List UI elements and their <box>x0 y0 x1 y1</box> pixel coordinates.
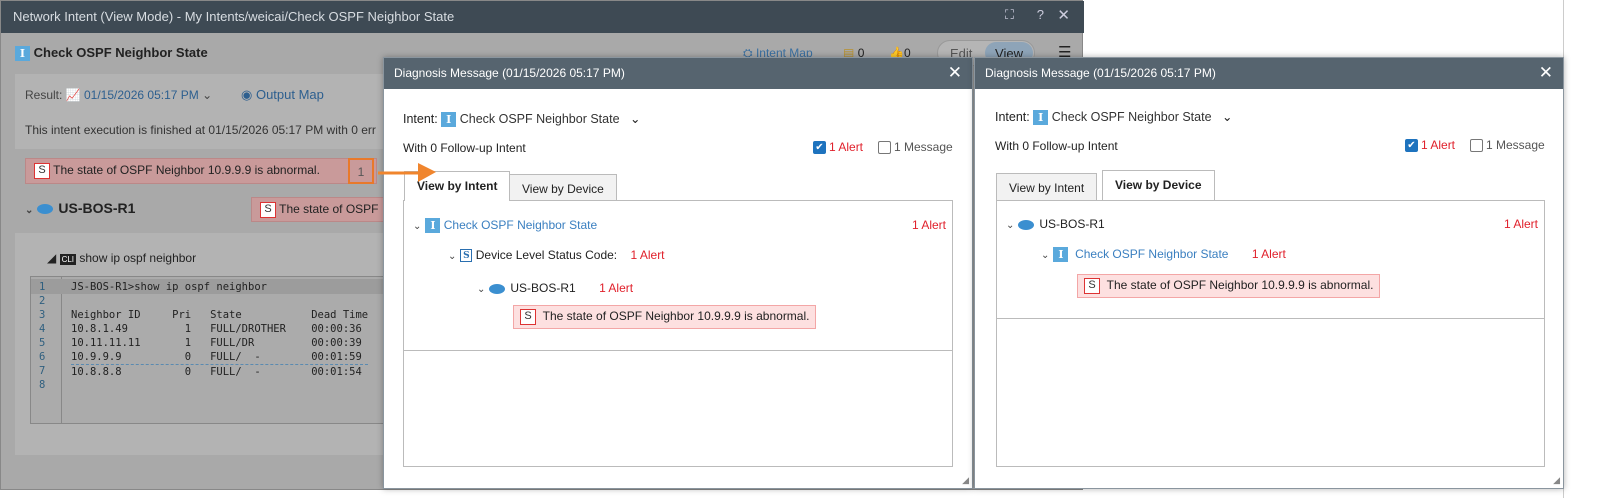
tab-view-by-device[interactable]: View by Device <box>509 174 617 202</box>
status-code-icon: S <box>260 202 276 218</box>
line-numbers: 1 2 3 4 5 6 7 8 <box>39 281 46 391</box>
device-alert: S The state of OSPF <box>251 197 391 222</box>
checkbox-icon <box>878 141 891 155</box>
cli-toggle[interactable]: ◢ CLI show ip ospf neighbor <box>47 251 196 265</box>
tree-status-code-node[interactable]: ⌄ S Device Level Status Code: 1 Alert <box>448 248 665 263</box>
alert-message[interactable]: S The state of OSPF Neighbor 10.9.9.9 is… <box>513 305 817 329</box>
status-code-icon: S <box>520 309 536 325</box>
router-icon <box>489 283 506 294</box>
status-code-icon: S <box>1084 278 1100 294</box>
chevron-down-icon: ⌄ <box>1006 220 1015 231</box>
chevron-down-icon: ⌄ <box>413 221 422 232</box>
line-gutter <box>31 277 62 423</box>
alert-bar[interactable]: S The state of OSPF Neighbor 10.9.9.9 is… <box>25 158 377 184</box>
resize-handle-icon[interactable]: ◢ <box>962 475 969 486</box>
followup-text: With 0 Follow-up Intent <box>995 139 1118 153</box>
panel-divider <box>997 318 1544 319</box>
diagnosis-dialog-intent: Diagnosis Message (01/15/2026 05:17 PM) ✕… <box>383 57 973 489</box>
chevron-down-icon: ⌄ <box>25 205 34 216</box>
help-icon[interactable]: ? <box>1037 7 1044 22</box>
close-icon[interactable]: ✕ <box>1057 6 1070 24</box>
dialog-title: Diagnosis Message (01/15/2026 05:17 PM) ✕ <box>384 58 972 89</box>
device-row[interactable]: ⌄ US-BOS-R1 <box>25 200 135 216</box>
close-icon[interactable]: ✕ <box>1539 63 1553 83</box>
resize-handle-icon[interactable]: ◢ <box>1553 475 1560 486</box>
intent-icon: I <box>441 112 457 128</box>
intent-selector[interactable]: Intent: I Check OSPF Neighbor State ⌄ <box>995 109 1233 126</box>
alert-count-button[interactable]: 1 <box>348 158 374 184</box>
tab-view-by-device[interactable]: View by Device <box>1102 170 1215 200</box>
diagnosis-dialog-device: Diagnosis Message (01/15/2026 05:17 PM) ✕… <box>974 57 1564 489</box>
alert-message[interactable]: S The state of OSPF Neighbor 10.9.9.9 is… <box>1077 274 1381 298</box>
tree-panel: ⌄ I Check OSPF Neighbor State 1 Alert ⌄ S … <box>403 200 953 467</box>
code-content: JS-BOS-R1>show ip ospf neighbor​Neighbor… <box>71 281 369 378</box>
tree-device-node[interactable]: ⌄ US-BOS-R1 1 Alert <box>477 281 633 295</box>
chevron-down-icon: ⌄ <box>629 112 641 126</box>
eye-icon: ◉ <box>241 87 253 102</box>
tree-intent-node[interactable]: ⌄ I Check OSPF Neighbor State 1 Alert <box>1041 247 1286 263</box>
intent-icon: I <box>1033 110 1049 126</box>
cli-icon: CLI <box>59 254 77 265</box>
checkbox-checked-icon: ✔ <box>1405 139 1418 153</box>
result-panel <box>15 74 395 149</box>
chevron-down-icon: ⌄ <box>1041 250 1050 261</box>
tree-device-node[interactable]: ⌄ US-BOS-R1 <box>1006 217 1105 231</box>
alert-filter-checkbox[interactable]: ✔ 1 Alert <box>813 140 863 155</box>
checkbox-icon <box>1470 139 1483 153</box>
followup-text: With 0 Follow-up Intent <box>403 141 526 155</box>
main-window-title: Network Intent (View Mode) - My Intents/… <box>1 1 1084 33</box>
message-filter-checkbox[interactable]: 1 Message <box>878 140 953 155</box>
intent-header: I Check OSPF Neighbor State <box>15 45 208 62</box>
maximize-icon[interactable]: ⛶ <box>1005 7 1014 23</box>
chevron-down-icon: ⌄ <box>477 284 486 295</box>
intent-icon: I <box>425 218 441 234</box>
panel-divider <box>404 350 952 351</box>
device-alert-count: 1 Alert <box>1503 217 1538 231</box>
trend-icon: 📈 <box>65 88 81 102</box>
chevron-down-icon: ⌄ <box>202 88 213 102</box>
chevron-down-icon: ⌄ <box>448 251 457 262</box>
intent-alert-count: 1 Alert <box>911 218 946 232</box>
output-map-button[interactable]: ◉ Output Map <box>241 87 324 103</box>
intent-icon: I <box>1053 247 1069 263</box>
callout-arrow-icon <box>378 163 436 182</box>
close-icon[interactable]: ✕ <box>948 63 962 83</box>
alert-filter-checkbox[interactable]: ✔ 1 Alert <box>1405 138 1455 153</box>
intent-selector[interactable]: Intent: I Check OSPF Neighbor State ⌄ <box>403 111 641 128</box>
result-selector[interactable]: Result: 📈 01/15/2026 05:17 PM ⌄ <box>25 88 212 102</box>
message-filter-checkbox[interactable]: 1 Message <box>1470 138 1545 153</box>
status-code-icon: S <box>460 249 473 263</box>
checkbox-checked-icon: ✔ <box>813 141 826 155</box>
chevron-down-icon: ⌄ <box>1221 110 1233 124</box>
tree-intent-node[interactable]: ⌄ I Check OSPF Neighbor State <box>413 218 597 234</box>
dialog-title: Diagnosis Message (01/15/2026 05:17 PM) ✕ <box>975 58 1563 89</box>
code-editor[interactable]: 1 2 3 4 5 6 7 8 JS-BOS-R1>show ip ospf n… <box>30 276 390 424</box>
tab-view-by-intent[interactable]: View by Intent <box>996 173 1098 201</box>
status-code-icon: S <box>34 163 50 179</box>
tree-panel: ⌄ US-BOS-R1 1 Alert ⌄ I Check OSPF Neighbo… <box>996 200 1545 467</box>
execution-message: This intent execution is finished at 01/… <box>25 123 376 137</box>
router-icon <box>37 204 54 215</box>
intent-icon: I <box>15 46 30 62</box>
router-icon <box>1018 219 1035 230</box>
